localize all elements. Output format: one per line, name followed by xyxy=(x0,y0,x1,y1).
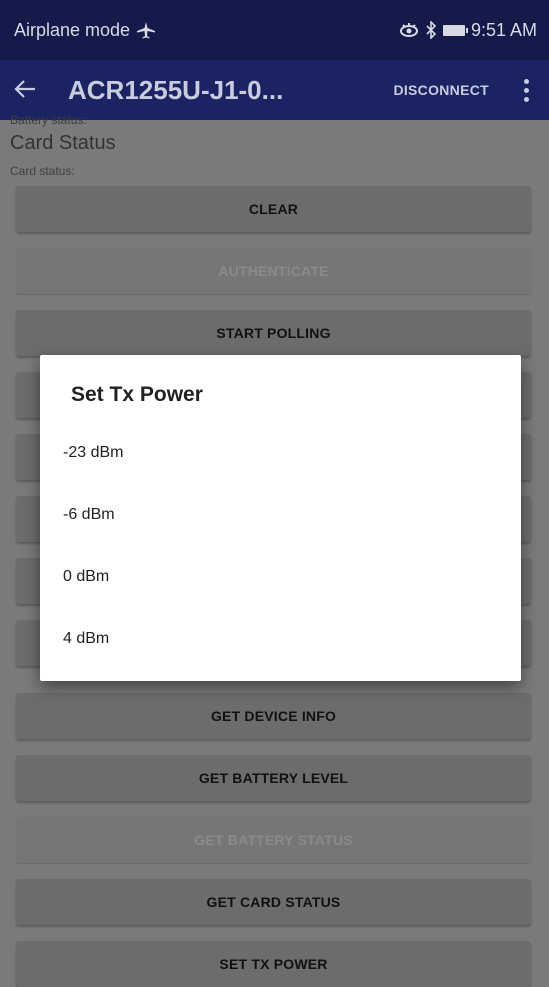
status-bar-left: Airplane mode xyxy=(14,20,156,41)
airplane-mode-text: Airplane mode xyxy=(14,19,131,40)
eye-comfort-icon xyxy=(399,23,418,37)
get-card-status-button[interactable]: GET CARD STATUS xyxy=(16,879,531,925)
start-polling-button[interactable]: START POLLING xyxy=(16,310,531,356)
set-tx-power-dialog: Set Tx Power -23 dBm -6 dBm 0 dBm 4 dBm xyxy=(40,355,521,681)
authenticate-button[interactable]: AUTHENTICATE xyxy=(16,248,531,294)
tx-power-option-0[interactable]: 0 dBm xyxy=(40,549,521,605)
device-title: ACR1255U-J1-0... xyxy=(68,74,284,105)
status-time: 9:51 AM xyxy=(470,19,537,40)
card-status-label: Card status: xyxy=(10,164,75,178)
get-device-info-button[interactable]: GET DEVICE INFO xyxy=(16,693,531,739)
back-arrow-icon[interactable] xyxy=(14,76,68,104)
clear-button[interactable]: CLEAR xyxy=(16,186,531,232)
card-status-title: Card Status xyxy=(10,132,116,154)
get-battery-level-button[interactable]: GET BATTERY LEVEL xyxy=(16,755,531,801)
status-bar-right: 9:51 AM xyxy=(399,20,537,41)
tx-power-option-4[interactable]: 4 dBm xyxy=(40,611,521,667)
tx-power-option-minus-6[interactable]: -6 dBm xyxy=(40,487,521,543)
battery-icon xyxy=(442,24,468,36)
app-bar: ACR1255U-J1-0... DISCONNECT xyxy=(0,60,549,120)
status-bar: Airplane mode 9:51 AM xyxy=(0,0,549,60)
dialog-title: Set Tx Power xyxy=(71,383,203,406)
battery-status-label: Battery status: xyxy=(10,113,87,127)
tx-power-option-minus-23[interactable]: -23 dBm xyxy=(40,425,521,481)
overflow-menu-icon[interactable] xyxy=(517,78,535,102)
airplane-icon xyxy=(137,22,156,39)
get-battery-status-button[interactable]: GET BATTERY STATUS xyxy=(16,817,531,863)
set-tx-power-button[interactable]: SET TX POWER xyxy=(16,941,531,987)
disconnect-button[interactable]: DISCONNECT xyxy=(393,82,489,98)
bluetooth-icon xyxy=(426,21,437,39)
